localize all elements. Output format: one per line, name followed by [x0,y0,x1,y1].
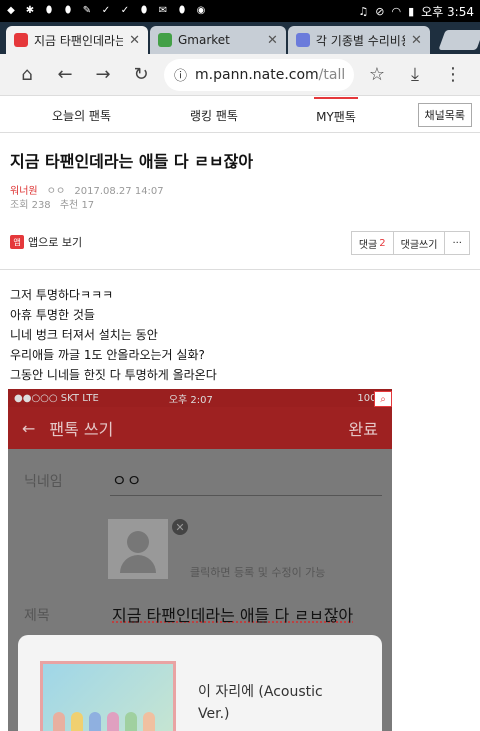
embedded-nickname-label: 닉네임 [24,474,63,490]
browser-tab-repair[interactable]: 각 기종별 수리비용 ✕ [287,26,430,54]
embedded-song-title-cont: Ver.) [198,706,230,722]
body-line: 우리애들 까글 1도 안올라오는거 실화? [10,348,205,362]
nate-favicon-icon [14,33,28,47]
more-button[interactable]: ··· [445,232,469,254]
body-line: 그저 투명하다ㅋㅋㅋ [10,288,114,302]
embedded-carrier: ●●○○○ SKT LTE [14,392,99,404]
url-host: m.pann.nate.com [195,66,319,83]
pill-icon: ⬮ [64,5,72,16]
divider [0,269,480,270]
body-line: 아휴 투명한 것들 [10,308,95,322]
tab-ranking-pantalk[interactable]: 랭킹 팬톡 [190,97,238,133]
embedded-done: 완료 [348,420,378,439]
headset-icon: ♫ [358,4,369,18]
forward-icon[interactable]: → [84,56,122,94]
back-icon[interactable]: ← [46,56,84,94]
body-line: 니네 벙크 터져서 설치는 동안 [10,328,158,342]
mute-icon: ⊘ [375,4,385,18]
embedded-time: 오후 2:07 [168,394,213,406]
image-zoom-search-icon[interactable]: ⌕ [374,391,392,407]
menu-icon[interactable]: ⋮ [434,56,472,94]
download-icon[interactable]: ⤓ [396,56,434,94]
chat-icon: ◉ [196,5,206,16]
embedded-music-player: 이 자리에 (Acoustic Ver.) [18,635,382,731]
article-meta: 워너원 ㅇㅇ 2017.08.27 14:07 조회 238 추천 17 [10,185,164,213]
embedded-nickname-value: ㅇㅇ [112,471,142,490]
embedded-subject-label: 제목 [24,608,50,624]
browser-tab-gmarket[interactable]: Gmarket ✕ [150,26,286,54]
mail-icon: ✉ [158,5,168,16]
app-icon: ◆ [7,5,15,16]
embedded-underline [110,495,382,496]
reload-icon[interactable]: ↻ [122,56,160,94]
app-badge-icon: 앱 [10,235,24,249]
google-favicon-icon [295,33,310,47]
embedded-avatar-placeholder [108,519,168,579]
album-cover-image [40,661,176,731]
pill-icon: ⬮ [140,5,148,16]
browser-tab-pann[interactable]: 지금 타팬인데라는 ✕ [6,26,148,54]
address-bar[interactable]: ⓘ m.pann.nate.com/talk/338541116 [164,58,354,91]
gmarket-favicon-icon [158,33,172,47]
author-extra: ㅇㅇ [46,186,66,197]
tab-title: 지금 타팬인데라는 [34,33,124,48]
check-icon: ✓ [101,5,111,16]
edit-icon: ✎ [82,5,92,16]
home-icon[interactable]: ⌂ [8,56,46,94]
comments-count: 2 [379,237,386,249]
new-tab-button[interactable] [438,30,480,50]
tab-today-pantalk[interactable]: 오늘의 팬톡 [52,97,111,133]
bookmark-star-icon[interactable]: ☆ [358,56,396,94]
browser-tab-strip: 지금 타팬인데라는 ✕ Gmarket ✕ 각 기종별 수리비용 ✕ [0,22,480,54]
author-name[interactable]: 워너원 [10,186,38,197]
comments-label: 댓글 [358,239,378,251]
status-time: 오후 3:54 [421,4,474,19]
app-view-link[interactable]: 앱 앱으로 보기 [10,234,82,250]
url-path: /talk/338541116 [318,66,344,83]
site-nav: 오늘의 팬톡 랭킹 팬톡 MY팬톡 채널목록 [0,97,480,133]
embedded-header-title: 팬톡 쓰기 [49,420,114,439]
wifi-icon: ◠ [391,4,402,18]
embedded-song-title: 이 자리에 (Acoustic [198,684,323,700]
tab-title: 각 기종별 수리비용 [315,33,406,48]
comments-button[interactable]: 댓글 2 [352,232,394,254]
close-tab-icon[interactable]: ✕ [267,33,278,48]
article-title: 지금 타팬인데라는 애들 다 ㄹㅂ잖아 [10,152,254,171]
write-comment-button[interactable]: 댓글쓰기 [394,232,446,254]
embedded-header: ← 팬톡 쓰기 완료 [8,407,392,449]
close-tab-icon[interactable]: ✕ [411,33,422,48]
body-line: 그동안 니네들 한짓 다 투명하게 올라온다 [10,368,217,382]
check-icon: ✓ [120,5,130,16]
channel-list-button[interactable]: 채널목록 [417,103,472,127]
embedded-screenshot-image: ●●○○○ SKT LTE 오후 2:07 100% ← 팬톡 쓰기 완료 닉네… [8,389,392,731]
recommend-count: 추천 17 [59,200,95,211]
app-view-label: 앱으로 보기 [28,236,83,249]
tab-my-pantalk[interactable]: MY팬톡 [314,97,358,133]
pill-icon: ⬮ [45,5,53,16]
browser-toolbar: ⌂ ← → ↻ ⓘ m.pann.nate.com/talk/338541116… [0,54,480,96]
embedded-back-icon: ← [22,418,36,438]
pill-icon: ⬮ [178,5,186,16]
embedded-remove-icon: ✕ [172,519,188,535]
settings-icon: ✱ [25,5,35,16]
close-tab-icon[interactable]: ✕ [129,33,140,48]
comment-bar: 댓글 2 댓글쓰기 ··· [350,231,470,255]
info-icon[interactable]: ⓘ [174,65,187,84]
tab-title: Gmarket [178,33,230,47]
article-body: 그저 투명하다ㅋㅋㅋ 아휴 투명한 것들 니네 벙크 터져서 설치는 동안 우리… [10,285,217,385]
battery-icon: ▮ [408,4,415,18]
embedded-subject-value: 지금 타팬인데라는 애들 다 ㄹㅂ잖아 [112,606,354,625]
status-bar: ◆ ✱ ⬮ ⬮ ✎ ✓ ✓ ⬮ ✉ ⬮ ◉ ♫ ⊘ ◠ ▮ 오후 3:54 [0,0,480,22]
embedded-status-bar: ●●○○○ SKT LTE 오후 2:07 100% [8,389,392,407]
view-count: 조회 238 [10,200,51,211]
embedded-avatar-hint: 클릭하면 등록 및 수정이 가능 [190,566,326,579]
post-date: 2017.08.27 14:07 [74,186,164,197]
